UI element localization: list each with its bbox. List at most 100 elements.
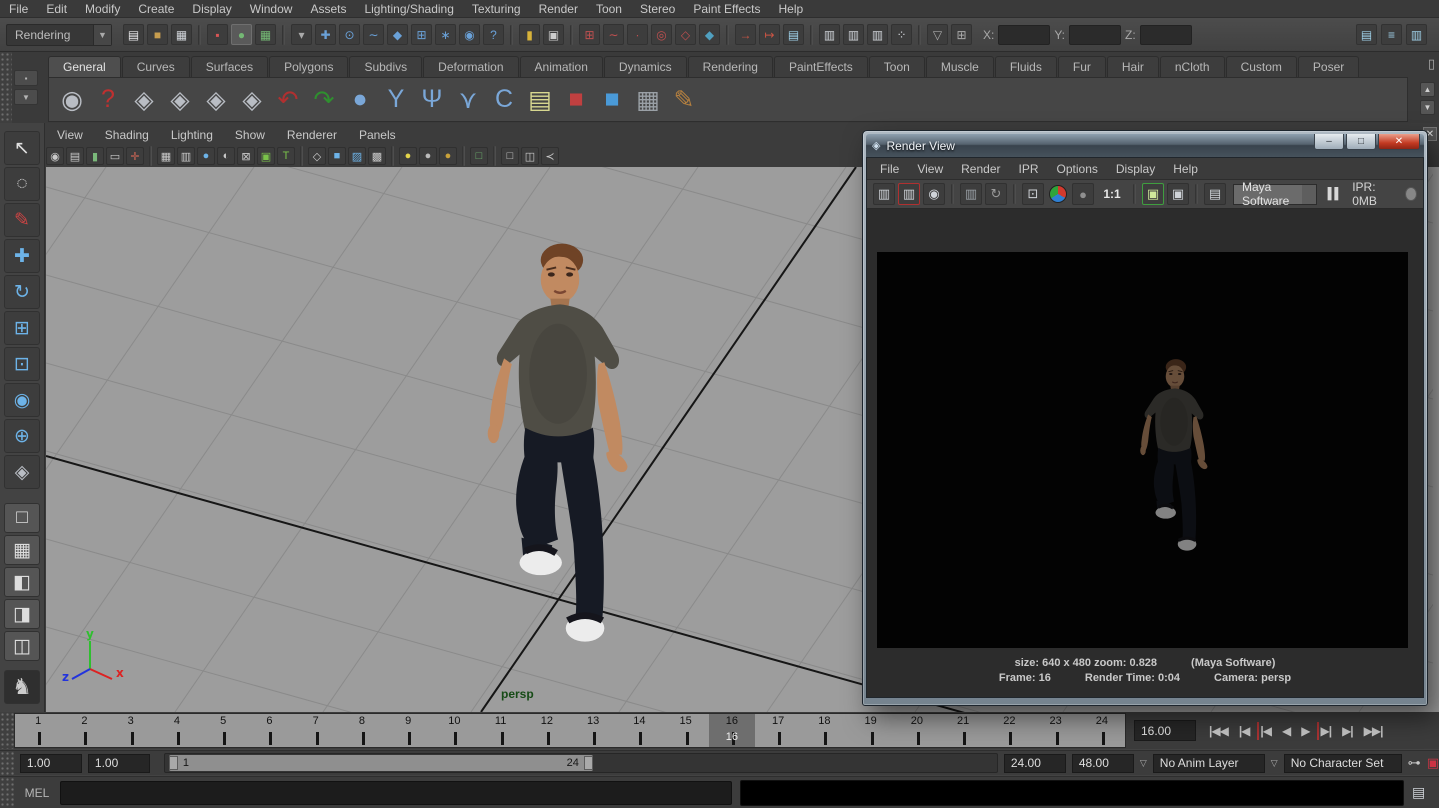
share-panel-icon[interactable]: ≺	[541, 147, 559, 165]
step-forward-key-button[interactable]: ▶|	[1317, 722, 1334, 740]
menu-display[interactable]: Display	[183, 2, 240, 16]
ipr-render-icon[interactable]: ▥	[960, 183, 982, 205]
menu-texturing[interactable]: Texturing	[463, 2, 530, 16]
animation-start-field[interactable]	[20, 754, 82, 773]
render-current-frame-icon[interactable]: ▥	[843, 24, 864, 45]
construction-history-icon[interactable]: ▤	[783, 24, 804, 45]
four-pane-layout-button[interactable]: ▦	[4, 535, 40, 565]
menu-paint-effects[interactable]: Paint Effects	[684, 2, 769, 16]
step-forward-frame-button[interactable]: ▶|	[1339, 722, 1356, 740]
joint-tool-icon[interactable]: ⋎	[451, 81, 485, 119]
step-back-frame-button[interactable]: |◀	[1236, 722, 1253, 740]
toggle-channel-box-icon[interactable]: ▥	[1406, 24, 1427, 45]
command-line-grip[interactable]	[0, 777, 14, 808]
playback-start-field[interactable]	[88, 754, 150, 773]
shelf-menu-arrow-icon[interactable]: ▼	[14, 89, 38, 105]
select-deformations-mask-icon[interactable]: ⊞	[411, 24, 432, 45]
timeline-frame-20[interactable]: 20	[894, 714, 940, 747]
command-input[interactable]	[60, 781, 732, 805]
shelf-tab-dynamics[interactable]: Dynamics	[604, 56, 687, 77]
textured-icon[interactable]: ▨	[348, 147, 366, 165]
timeline-frame-7[interactable]: 7	[293, 714, 339, 747]
display-render-settings-icon[interactable]: ⁘	[891, 24, 912, 45]
show-manipulator-icon[interactable]: ⊕	[4, 419, 40, 453]
select-hierarchy-icon[interactable]: ▪	[207, 24, 228, 45]
menu-set-selector[interactable]: Rendering ▼	[6, 24, 112, 46]
timeline-frame-24[interactable]: 24	[1079, 714, 1125, 747]
pan-zoom-icon[interactable]: ✛	[126, 147, 144, 165]
menu-lighting-shading[interactable]: Lighting/Shading	[355, 2, 462, 16]
soft-modification-icon[interactable]: ◉	[4, 383, 40, 417]
create-camera-icon[interactable]: ◈	[127, 81, 161, 119]
safe-title-icon[interactable]: T	[277, 147, 295, 165]
shelf-tab-muscle[interactable]: Muscle	[926, 56, 994, 77]
timeline-frame-4[interactable]: 4	[154, 714, 200, 747]
panel-menu-show[interactable]: Show	[224, 128, 276, 142]
timeline-frame-1[interactable]: 1	[15, 714, 61, 747]
camera-attributes-icon[interactable]: ▤	[66, 147, 84, 165]
shelf-tab-hair[interactable]: Hair	[1107, 56, 1159, 77]
select-object-icon[interactable]: ●	[231, 24, 252, 45]
timeline-frame-13[interactable]: 13	[570, 714, 616, 747]
grid-icon[interactable]: ▦	[157, 147, 175, 165]
toggle-attribute-editor-icon[interactable]: ▤	[1356, 24, 1377, 45]
image-plane-icon[interactable]: ▭	[106, 147, 124, 165]
menu-toon[interactable]: Toon	[587, 2, 631, 16]
y-coordinate-input[interactable]	[1069, 25, 1121, 45]
outputs-from-selected-icon[interactable]: ↦	[759, 24, 780, 45]
rotate-tool-icon[interactable]: ↻	[4, 275, 40, 309]
cluster-icon[interactable]: C	[487, 81, 521, 119]
select-surfaces-mask-icon[interactable]: ◆	[387, 24, 408, 45]
xray-icon[interactable]: ◫	[521, 147, 539, 165]
lasso-select-tool-icon[interactable]: ◌	[4, 167, 40, 201]
shelf-tab-custom[interactable]: Custom	[1226, 56, 1297, 77]
render-layers-icon[interactable]: ▤	[1204, 183, 1226, 205]
timeline-frame-9[interactable]: 9	[385, 714, 431, 747]
specular-light-icon[interactable]: ●	[439, 147, 457, 165]
scroll-up-icon[interactable]: ▲	[1420, 82, 1435, 97]
panel-menu-panels[interactable]: Panels	[348, 128, 407, 142]
set-key-icon[interactable]: ⊶	[1408, 755, 1421, 771]
shelf-tab-curves[interactable]: Curves	[122, 56, 190, 77]
film-gate-icon[interactable]: ▥	[177, 147, 195, 165]
bookmark-icon[interactable]: ▮	[86, 147, 104, 165]
create-camera-aim-up-icon[interactable]: ◈	[199, 81, 233, 119]
smooth-shade-icon[interactable]: ■	[328, 147, 346, 165]
ambient-light-icon[interactable]: ●	[419, 147, 437, 165]
time-slider-ruler[interactable]: 1234567891011121314151616171819202122232…	[14, 713, 1126, 748]
select-dynamics-mask-icon[interactable]: ∗	[435, 24, 456, 45]
character-set-dropdown-icon[interactable]: ▽	[1271, 758, 1278, 769]
make-live-icon[interactable]: ◆	[699, 24, 720, 45]
timeline-frame-11[interactable]: 11	[478, 714, 524, 747]
menu-create[interactable]: Create	[129, 2, 183, 16]
gate-mask-icon[interactable]: ◐	[217, 147, 235, 165]
snap-to-curve-icon[interactable]: ∼	[603, 24, 624, 45]
anim-layer-dropdown-icon[interactable]: ▽	[1140, 758, 1147, 769]
scale-tool-icon[interactable]: ⊞	[4, 311, 40, 345]
create-camera-aim-icon[interactable]: ◈	[163, 81, 197, 119]
render-view-title-bar[interactable]: ◈ Render View – □ ✕	[866, 134, 1424, 157]
field-chart-icon[interactable]: ⊠	[237, 147, 255, 165]
redo-previous-render-icon[interactable]: ▥	[898, 183, 920, 205]
persp-graph-layout-button[interactable]: ◨	[4, 599, 40, 629]
paint-select-tool-icon[interactable]: ✎	[4, 203, 40, 237]
range-start-handle[interactable]	[169, 756, 178, 770]
shelf-tab-general[interactable]: General	[48, 56, 121, 77]
universal-manipulator-icon[interactable]: ⊡	[4, 347, 40, 381]
select-misc-mask-icon[interactable]: ?	[483, 24, 504, 45]
trash-icon[interactable]: ▯	[1428, 56, 1435, 72]
select-rendering-mask-icon[interactable]: ◉	[459, 24, 480, 45]
single-pane-layout-button[interactable]: □	[4, 503, 40, 533]
delete-node-icon[interactable]: ●	[343, 81, 377, 119]
script-editor-icon[interactable]: ▤	[1412, 784, 1425, 801]
shelf-tab-deformation[interactable]: Deformation	[423, 56, 518, 77]
render-view-menu-ipr[interactable]: IPR	[1010, 162, 1048, 176]
ik-spline-handle-icon[interactable]: Ψ	[415, 81, 449, 119]
play-forwards-button[interactable]: ▶	[1298, 722, 1312, 740]
anim-layer-field[interactable]	[1153, 754, 1265, 773]
render-view-menu-render[interactable]: Render	[952, 162, 1009, 176]
auto-keyframe-icon[interactable]: ▣	[1427, 755, 1439, 771]
timeline-frame-14[interactable]: 14	[616, 714, 662, 747]
render-view-menu-options[interactable]: Options	[1048, 162, 1107, 176]
menu-assets[interactable]: Assets	[301, 2, 355, 16]
